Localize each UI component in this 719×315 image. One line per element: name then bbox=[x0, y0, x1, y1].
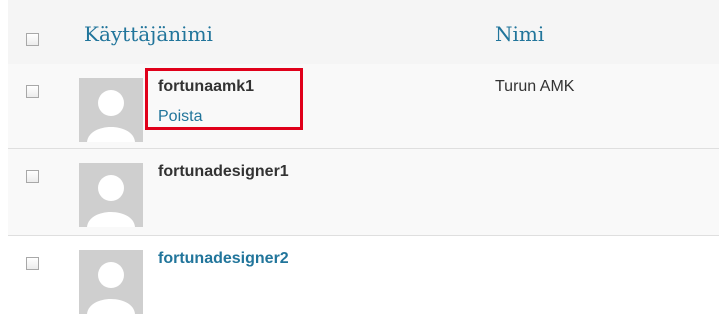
users-table: Käyttäjänimi Nimi fortunaamk1 Poista Tur… bbox=[0, 0, 719, 315]
column-header-username[interactable]: Käyttäjänimi bbox=[84, 22, 213, 46]
table-row: fortunadesigner1 bbox=[8, 149, 719, 236]
row-checkbox[interactable] bbox=[26, 257, 39, 270]
table-row: fortunadesigner2 bbox=[8, 236, 719, 315]
table-row: fortunaamk1 Poista Turun AMK bbox=[8, 64, 719, 149]
select-all-checkbox[interactable] bbox=[26, 33, 39, 46]
avatar-placeholder-icon bbox=[79, 163, 143, 227]
row-checkbox[interactable] bbox=[26, 85, 39, 98]
highlight-annotation-box bbox=[145, 68, 303, 130]
username-label[interactable]: fortunadesigner1 bbox=[158, 163, 289, 181]
column-header-name[interactable]: Nimi bbox=[495, 22, 544, 46]
name-cell: Turun AMK bbox=[495, 78, 575, 95]
username-link[interactable]: fortunadesigner2 bbox=[158, 250, 289, 268]
table-header: Käyttäjänimi Nimi bbox=[8, 0, 719, 65]
avatar-placeholder-icon bbox=[79, 78, 143, 142]
row-checkbox[interactable] bbox=[26, 170, 39, 183]
avatar-placeholder-icon bbox=[79, 250, 143, 314]
